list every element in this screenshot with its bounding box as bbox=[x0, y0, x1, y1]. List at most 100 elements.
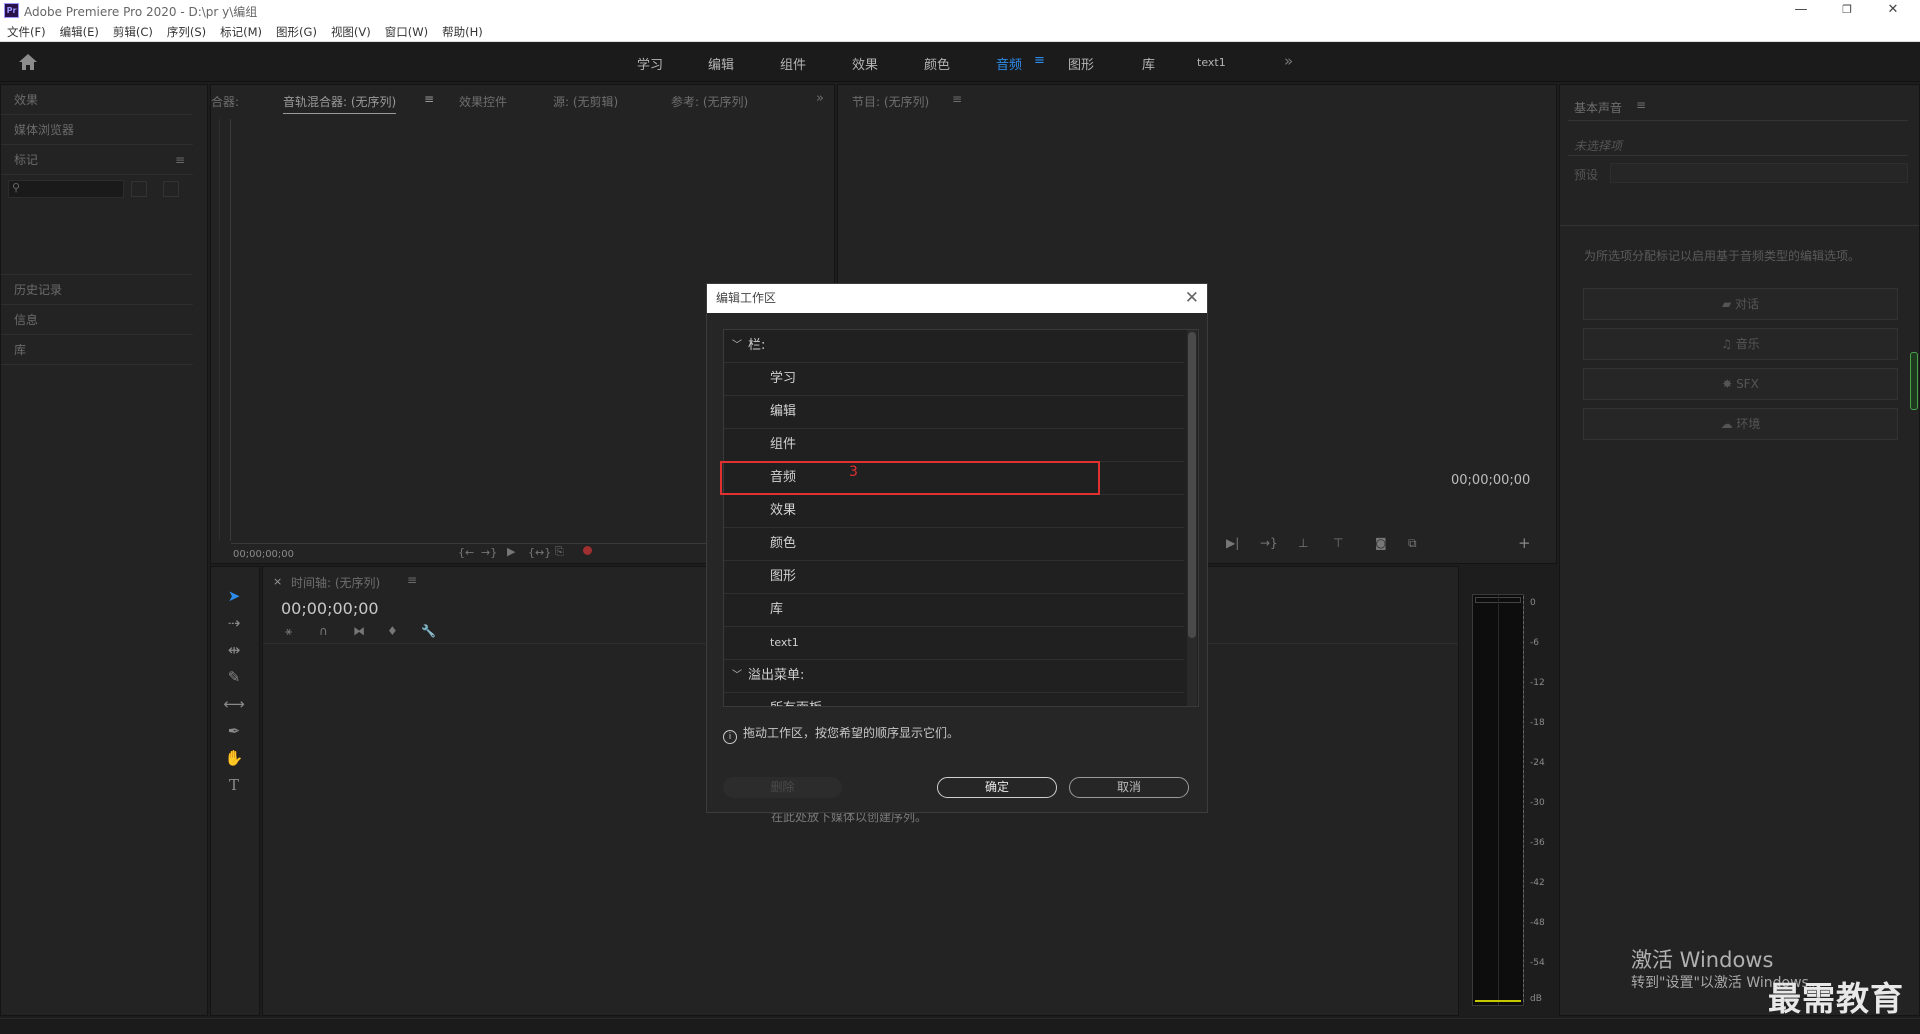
menu-window[interactable]: 窗口(W) bbox=[378, 22, 435, 40]
list-item[interactable]: 颜色 bbox=[724, 528, 1184, 561]
hand-tool-icon[interactable]: ✋ bbox=[223, 747, 245, 769]
list-item[interactable]: 编辑 bbox=[724, 396, 1184, 429]
close-tab-icon[interactable]: × bbox=[273, 575, 282, 588]
effect-controls-tab[interactable]: 效果控件 bbox=[459, 93, 507, 110]
list-item[interactable]: 所有面板 bbox=[724, 693, 1184, 706]
step-forward-icon[interactable]: ▶| bbox=[1226, 536, 1239, 550]
workspace-tab-graphics[interactable]: 图形 bbox=[1068, 54, 1094, 73]
pen-tool-icon[interactable]: ✒ bbox=[223, 720, 245, 742]
filter-checkbox[interactable] bbox=[163, 181, 179, 197]
delete-button[interactable]: 删除 bbox=[723, 777, 842, 798]
menu-help[interactable]: 帮助(H) bbox=[435, 22, 490, 40]
compare-view-icon[interactable]: ⧉ bbox=[1408, 536, 1417, 551]
menu-view[interactable]: 视图(V) bbox=[324, 22, 378, 40]
filter-checkbox[interactable] bbox=[131, 181, 147, 197]
linked-selection-icon[interactable]: ⧓ bbox=[353, 624, 365, 638]
history-tab[interactable]: 历史记录 bbox=[1, 275, 193, 305]
close-window-button[interactable]: ✕ bbox=[1870, 0, 1916, 22]
ambience-button[interactable]: ☁ 环境 bbox=[1583, 408, 1898, 440]
workspace-tab-effects[interactable]: 效果 bbox=[852, 54, 878, 73]
wrench-icon[interactable]: 🔧 bbox=[421, 624, 436, 638]
workspace-tab-libraries[interactable]: 库 bbox=[1142, 54, 1155, 73]
list-item[interactable]: 图形 bbox=[724, 561, 1184, 594]
effects-tab[interactable]: 效果 bbox=[1, 85, 193, 115]
snap-icon[interactable]: ∩ bbox=[319, 624, 328, 638]
track-select-tool-icon[interactable]: ⇢ bbox=[223, 612, 245, 634]
ripple-edit-tool-icon[interactable]: ⇹ bbox=[223, 639, 245, 661]
menu-graphics[interactable]: 图形(G) bbox=[269, 22, 324, 40]
panel-menu-icon[interactable]: ≡ bbox=[424, 92, 434, 106]
workspace-menu-icon[interactable]: ≡ bbox=[1034, 53, 1045, 68]
nest-icon[interactable]: ⚹ bbox=[285, 624, 292, 639]
list-item[interactable]: text1 bbox=[724, 627, 1184, 660]
razor-tool-icon[interactable]: ✎ bbox=[223, 666, 245, 688]
menu-markers[interactable]: 标记(M) bbox=[213, 22, 269, 40]
list-item[interactable]: 库 bbox=[724, 594, 1184, 627]
export-icon[interactable]: ⎘ bbox=[555, 545, 564, 559]
workspace-tab-text1[interactable]: text1 bbox=[1197, 56, 1226, 69]
edit-workspaces-dialog: 编辑工作区 ✕ ﹀ 栏: 学习 编辑 组件 音频 效果 颜色 图形 库 text… bbox=[706, 283, 1208, 813]
list-item[interactable]: 学习 bbox=[724, 363, 1184, 396]
go-to-out-icon[interactable]: →} bbox=[1260, 536, 1278, 550]
selection-tool-icon[interactable]: ➤ bbox=[223, 585, 245, 607]
dialogue-button[interactable]: ▰ 对话 bbox=[1583, 288, 1898, 320]
workspace-tab-assembly[interactable]: 组件 bbox=[780, 54, 806, 73]
meter-label: -6 bbox=[1530, 638, 1539, 648]
libraries-tab[interactable]: 库 bbox=[1, 335, 193, 365]
list-item[interactable]: 效果 bbox=[724, 495, 1184, 528]
more-workspaces-icon[interactable]: » bbox=[1284, 52, 1293, 70]
panel-menu-icon[interactable]: ≡ bbox=[952, 92, 962, 106]
record-icon[interactable] bbox=[583, 546, 592, 555]
audio-track-mixer-tab[interactable]: 音轨混合器: (无序列) bbox=[283, 93, 397, 114]
more-tabs-icon[interactable]: » bbox=[816, 91, 824, 106]
workspace-tab-editing[interactable]: 编辑 bbox=[708, 54, 734, 73]
workspace-tab-learn[interactable]: 学习 bbox=[637, 54, 663, 73]
restore-button[interactable]: ❐ bbox=[1824, 0, 1870, 22]
type-tool-icon[interactable]: T bbox=[223, 774, 245, 796]
panel-menu-icon[interactable]: ≡ bbox=[1636, 98, 1646, 112]
cancel-button[interactable]: 取消 bbox=[1069, 777, 1189, 798]
lift-icon[interactable]: ⊥ bbox=[1298, 536, 1308, 550]
minimize-button[interactable]: — bbox=[1778, 0, 1824, 22]
add-button-icon[interactable]: + bbox=[1518, 534, 1531, 552]
ok-button[interactable]: 确定 bbox=[937, 777, 1057, 798]
menu-sequence[interactable]: 序列(S) bbox=[160, 22, 213, 40]
go-to-out-icon[interactable]: →} bbox=[481, 546, 497, 559]
chevron-down-icon[interactable]: ﹀ bbox=[732, 660, 742, 692]
panel-menu-icon[interactable]: ≡ bbox=[175, 145, 185, 175]
slip-tool-icon[interactable]: ⟷ bbox=[223, 693, 245, 715]
music-button[interactable]: ♫ 音乐 bbox=[1583, 328, 1898, 360]
group-bar-label: 栏: bbox=[748, 338, 766, 353]
home-icon[interactable] bbox=[18, 53, 38, 71]
play-icon[interactable]: ▶ bbox=[507, 545, 515, 558]
list-scrollbar[interactable] bbox=[1187, 330, 1197, 706]
preset-dropdown[interactable] bbox=[1610, 163, 1908, 183]
close-icon[interactable]: ✕ bbox=[1185, 284, 1199, 312]
menu-file[interactable]: 文件(F) bbox=[0, 22, 53, 40]
menu-clip[interactable]: 剪辑(C) bbox=[106, 22, 160, 40]
reference-tab[interactable]: 参考: (无序列) bbox=[671, 93, 748, 110]
scrollbar-thumb[interactable] bbox=[1188, 332, 1196, 638]
list-item[interactable]: 组件 bbox=[724, 429, 1184, 462]
search-icon[interactable]: ⚲ bbox=[8, 180, 124, 198]
extract-icon[interactable]: ⊤ bbox=[1333, 536, 1343, 550]
group-bar[interactable]: ﹀ 栏: bbox=[724, 330, 1184, 363]
markers-tab[interactable]: 标记 ≡ bbox=[1, 145, 193, 175]
media-browser-tab[interactable]: 媒体浏览器 bbox=[1, 115, 193, 145]
group-overflow[interactable]: ﹀ 溢出菜单: bbox=[724, 660, 1184, 693]
loop-icon[interactable]: {↔} bbox=[528, 546, 551, 559]
annotation-highlight-box bbox=[720, 461, 1100, 495]
workspace-tab-color[interactable]: 颜色 bbox=[924, 54, 950, 73]
info-tab[interactable]: 信息 bbox=[1, 305, 193, 335]
camera-icon[interactable]: ◙ bbox=[1375, 536, 1387, 550]
chevron-down-icon[interactable]: ﹀ bbox=[732, 330, 742, 362]
workspace-tab-audio[interactable]: 音频 bbox=[996, 54, 1022, 73]
sfx-button[interactable]: ✸ SFX bbox=[1583, 368, 1898, 400]
go-to-in-icon[interactable]: {← bbox=[458, 546, 474, 559]
add-marker-icon[interactable]: ♦ bbox=[387, 624, 398, 638]
menu-edit[interactable]: 编辑(E) bbox=[53, 22, 106, 40]
list-item-label: 库 bbox=[770, 602, 784, 617]
panel-menu-icon[interactable]: ≡ bbox=[407, 573, 417, 587]
source-tab[interactable]: 源: (无剪辑) bbox=[553, 93, 618, 110]
audio-clip-mixer-tab-partial[interactable]: 合器: bbox=[211, 93, 239, 110]
